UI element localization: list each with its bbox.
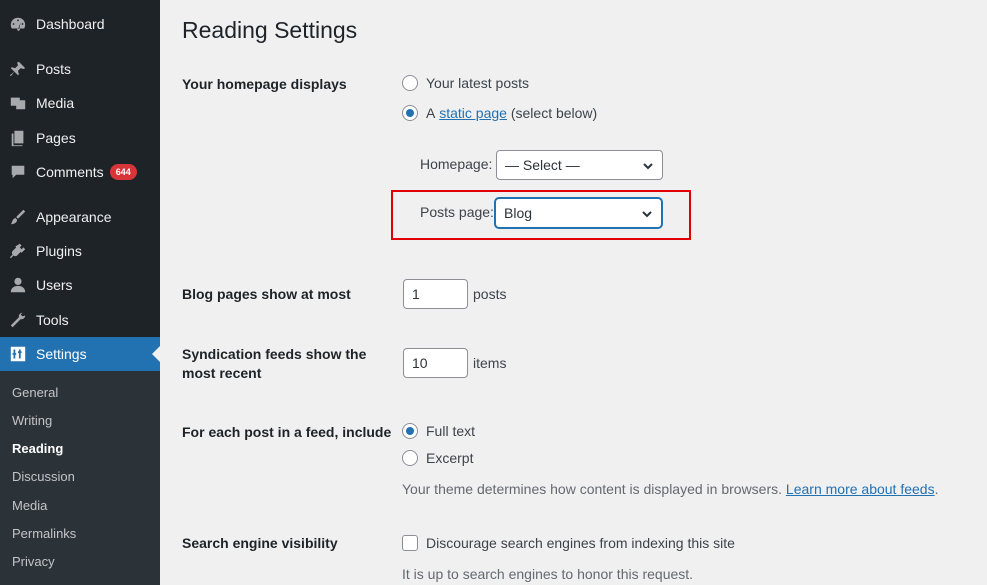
- homepage-select-label: Homepage:: [420, 156, 493, 172]
- admin-sidebar: Dashboard Posts Media Pages Comments 644…: [0, 0, 160, 585]
- menu-item-pages[interactable]: Pages: [0, 121, 160, 155]
- menu-label: Pages: [36, 130, 76, 146]
- option-latest-posts: Your latest posts: [402, 75, 529, 91]
- excerpt-label[interactable]: Excerpt: [426, 450, 473, 466]
- plugin-icon: [8, 241, 28, 261]
- pin-icon: [8, 59, 28, 79]
- main-content: Reading Settings Your homepage displays …: [160, 0, 987, 585]
- submenu-writing[interactable]: Writing: [12, 413, 52, 428]
- excerpt-radio[interactable]: [402, 450, 418, 466]
- dashboard-icon: [8, 14, 28, 34]
- menu-item-plugins[interactable]: Plugins: [0, 234, 160, 268]
- menu-item-settings[interactable]: Settings: [0, 337, 160, 371]
- menu-label: Posts: [36, 61, 72, 77]
- feed-include-label: For each post in a feed, include: [182, 424, 392, 440]
- menu-label: Comments: [36, 164, 104, 180]
- discourage-search-checkbox[interactable]: [402, 535, 418, 551]
- posts-unit: posts: [473, 286, 507, 302]
- wrench-icon: [8, 310, 28, 330]
- discourage-search-option: Discourage search engines from indexing …: [402, 535, 735, 551]
- search-visibility-label: Search engine visibility: [182, 535, 338, 551]
- static-page-radio[interactable]: [402, 105, 418, 121]
- comment-icon: [8, 162, 28, 182]
- page-title: Reading Settings: [182, 17, 358, 43]
- syndication-label-line2: most recent: [182, 365, 262, 381]
- feed-desc-text: Your theme determines how content is dis…: [402, 481, 783, 497]
- static-prefix: A: [426, 105, 436, 121]
- homepage-select-value: — Select —: [505, 157, 580, 173]
- submenu-discussion[interactable]: Discussion: [12, 469, 75, 484]
- full-text-label[interactable]: Full text: [426, 423, 475, 439]
- settings-icon: [8, 344, 28, 364]
- posts-per-page-input[interactable]: 1: [403, 279, 468, 309]
- menu-label: Tools: [36, 312, 69, 328]
- feed-items-input[interactable]: 10: [403, 348, 468, 378]
- static-suffix: (select below): [510, 105, 598, 121]
- static-page-link[interactable]: static page: [439, 105, 507, 121]
- posts-page-select-value: Blog: [504, 205, 533, 221]
- menu-label: Settings: [36, 346, 87, 362]
- user-icon: [8, 275, 28, 295]
- menu-item-media[interactable]: Media: [0, 86, 160, 120]
- submenu-permalinks[interactable]: Permalinks: [12, 526, 76, 541]
- media-icon: [8, 93, 28, 113]
- submenu-general[interactable]: General: [12, 385, 58, 400]
- chevron-down-icon: [641, 207, 653, 219]
- option-full-text: Full text: [402, 423, 475, 439]
- menu-label: Plugins: [36, 243, 82, 259]
- menu-label: Appearance: [36, 209, 112, 225]
- homepage-select[interactable]: — Select —: [496, 150, 663, 180]
- menu-item-users[interactable]: Users: [0, 268, 160, 302]
- menu-label: Dashboard: [36, 16, 105, 32]
- search-visibility-description: It is up to search engines to honor this…: [402, 566, 694, 582]
- menu-item-tools[interactable]: Tools: [0, 303, 160, 337]
- chevron-down-icon: [642, 159, 654, 171]
- menu-item-dashboard[interactable]: Dashboard: [0, 7, 160, 41]
- items-unit: items: [473, 355, 507, 371]
- menu-label: Users: [36, 277, 73, 293]
- submenu-media[interactable]: Media: [12, 498, 47, 513]
- feed-description: Your theme determines how content is dis…: [402, 481, 939, 497]
- brush-icon: [8, 207, 28, 227]
- submenu-reading[interactable]: Reading: [12, 441, 63, 456]
- submenu-privacy[interactable]: Privacy: [12, 554, 55, 569]
- latest-posts-radio[interactable]: [402, 75, 418, 91]
- posts-page-select-label: Posts page:: [420, 204, 494, 220]
- menu-item-appearance[interactable]: Appearance: [0, 200, 160, 234]
- menu-item-posts[interactable]: Posts: [0, 52, 160, 86]
- menu-label: Media: [36, 95, 75, 111]
- blog-pages-label: Blog pages show at most: [182, 286, 351, 302]
- comment-count-badge: 644: [109, 164, 137, 180]
- menu-item-comments[interactable]: Comments 644: [0, 155, 160, 189]
- option-excerpt: Excerpt: [402, 450, 473, 466]
- settings-submenu: General Writing Reading Discussion Media…: [0, 371, 160, 585]
- option-static-page: A static page (select below): [402, 105, 597, 121]
- syndication-label-line1: Syndication feeds show the: [182, 346, 367, 362]
- pages-icon: [8, 128, 28, 148]
- homepage-displays-label: Your homepage displays: [182, 76, 347, 92]
- learn-more-feeds-link[interactable]: Learn more about feeds: [786, 481, 935, 497]
- posts-page-select[interactable]: Blog: [495, 198, 662, 228]
- full-text-radio[interactable]: [402, 423, 418, 439]
- discourage-search-label[interactable]: Discourage search engines from indexing …: [426, 535, 735, 551]
- latest-posts-label[interactable]: Your latest posts: [426, 75, 529, 91]
